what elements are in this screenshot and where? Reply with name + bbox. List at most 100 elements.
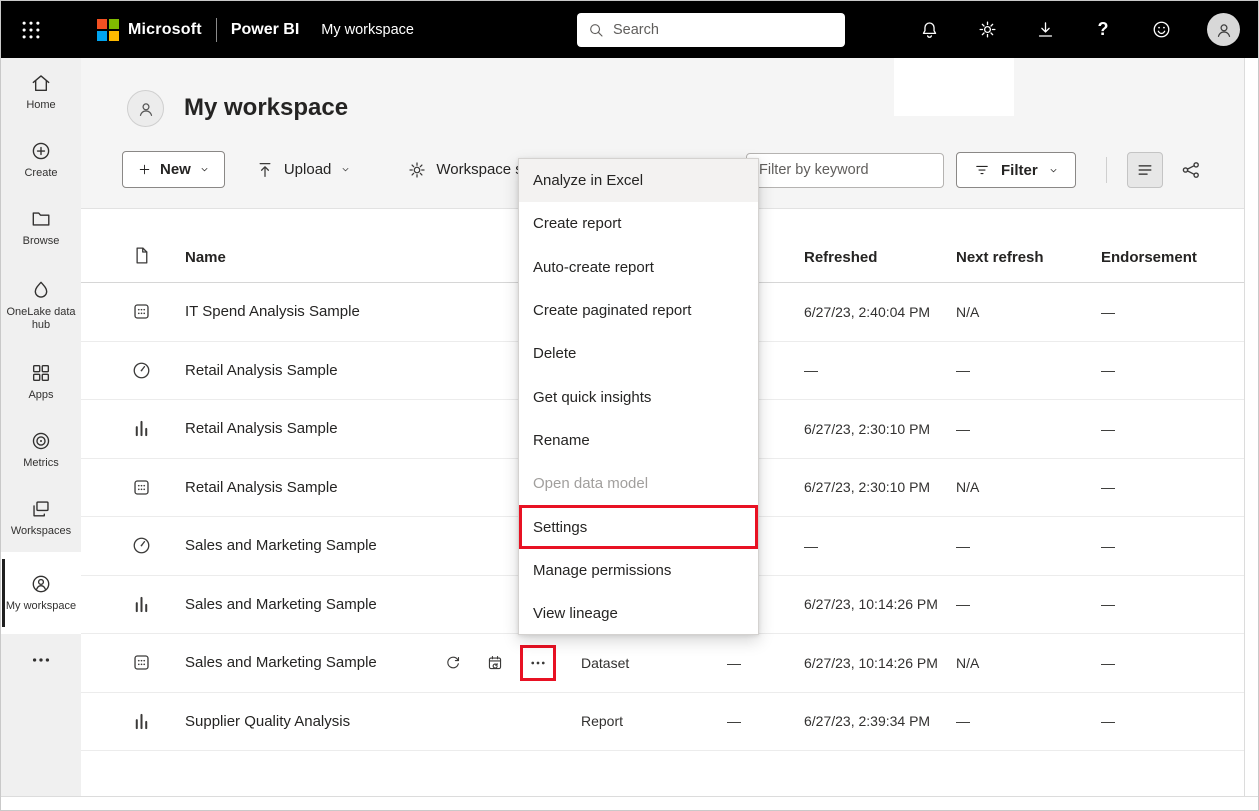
- ellipsis-icon: [30, 649, 52, 671]
- lineage-view-button[interactable]: [1175, 152, 1207, 188]
- microsoft-brand[interactable]: Microsoft: [97, 18, 202, 41]
- ellipsis-icon: [529, 654, 547, 672]
- menu-item-view-lineage[interactable]: View lineage: [519, 592, 758, 635]
- more-options-button[interactable]: [525, 650, 551, 676]
- refresh-now-button[interactable]: [440, 650, 466, 676]
- column-header-next-refresh[interactable]: Next refresh: [936, 249, 1081, 266]
- menu-item-rename[interactable]: Rename: [519, 419, 758, 462]
- bell-icon: [919, 19, 940, 40]
- menu-item-get-quick-insights[interactable]: Get quick insights: [519, 375, 758, 418]
- table-row-active[interactable]: Sales and Marketing Sample Dataset — 6/2…: [81, 634, 1244, 693]
- sidebar-item-more[interactable]: [1, 634, 81, 686]
- table-row[interactable]: Supplier Quality Analysis Report — 6/27/…: [81, 692, 1244, 751]
- menu-item-settings[interactable]: Settings: [519, 505, 758, 548]
- menu-item-analyze-in-excel[interactable]: Analyze in Excel: [519, 159, 758, 203]
- global-search[interactable]: [577, 13, 845, 47]
- scheduled-refresh-button[interactable]: [482, 650, 508, 676]
- cell-refreshed: —: [804, 537, 818, 554]
- left-nav: Home Create Browse OneLake data hub Apps…: [1, 58, 81, 796]
- item-name[interactable]: Retail Analysis Sample: [165, 479, 435, 496]
- menu-item-auto-create-report[interactable]: Auto-create report: [519, 246, 758, 289]
- item-name[interactable]: Sales and Marketing Sample: [165, 654, 435, 671]
- filter-button[interactable]: Filter: [956, 152, 1076, 188]
- sidebar-item-metrics[interactable]: Metrics: [1, 416, 81, 484]
- product-name[interactable]: Power BI: [231, 21, 299, 39]
- sidebar-item-browse[interactable]: Browse: [1, 194, 81, 262]
- menu-item-delete[interactable]: Delete: [519, 332, 758, 375]
- sidebar-item-apps[interactable]: Apps: [1, 348, 81, 416]
- gear-icon: [407, 160, 427, 180]
- search-input[interactable]: [613, 22, 835, 38]
- menu-item-create-paginated-report[interactable]: Create paginated report: [519, 289, 758, 332]
- cell-next-refresh: N/A: [956, 479, 980, 496]
- sidebar-item-home[interactable]: Home: [1, 58, 81, 126]
- item-name[interactable]: IT Spend Analysis Sample: [165, 303, 435, 320]
- vertical-scrollbar[interactable]: [1244, 58, 1258, 796]
- sidebar-item-onelake-data-hub[interactable]: OneLake data hub: [1, 262, 81, 348]
- cell-col3: —: [727, 654, 741, 671]
- cell-endorsement: —: [1101, 537, 1115, 554]
- app-launcher-button[interactable]: [1, 1, 61, 58]
- cell-endorsement: —: [1101, 303, 1115, 320]
- item-name[interactable]: Sales and Marketing Sample: [165, 596, 435, 613]
- sidebar-item-my-workspace[interactable]: My workspace: [1, 552, 81, 634]
- header-workspace-name[interactable]: My workspace: [321, 22, 414, 38]
- cell-refreshed: 6/27/23, 10:14:26 PM: [804, 596, 938, 613]
- filter-icon: [973, 161, 991, 179]
- item-name[interactable]: Retail Analysis Sample: [165, 362, 435, 379]
- download-button[interactable]: [1033, 18, 1057, 42]
- item-name[interactable]: Supplier Quality Analysis: [165, 713, 435, 730]
- sidebar-item-label: OneLake data hub: [6, 305, 76, 331]
- column-header-refreshed[interactable]: Refreshed: [784, 249, 936, 266]
- cell-type: Report: [581, 713, 624, 730]
- list-view-toggle[interactable]: [1126, 152, 1163, 188]
- person-circle-icon: [30, 573, 52, 595]
- sidebar-item-create[interactable]: Create: [1, 126, 81, 194]
- upload-icon: [255, 160, 275, 180]
- cell-endorsement: —: [1101, 362, 1115, 379]
- person-icon: [136, 99, 156, 119]
- dataset-icon: [117, 301, 165, 322]
- item-name[interactable]: Retail Analysis Sample: [165, 420, 435, 437]
- home-icon: [30, 72, 52, 94]
- horizontal-scrollbar[interactable]: [1, 796, 1258, 810]
- download-icon: [1035, 19, 1056, 40]
- upload-button[interactable]: Upload: [255, 151, 352, 188]
- menu-item-manage-permissions[interactable]: Manage permissions: [519, 549, 758, 592]
- new-button[interactable]: New: [122, 151, 225, 188]
- cell-refreshed: 6/27/23, 2:40:04 PM: [804, 303, 931, 320]
- help-button[interactable]: ?: [1091, 18, 1115, 42]
- cell-refreshed: 6/27/23, 10:14:26 PM: [804, 654, 938, 671]
- sidebar-item-label: Metrics: [23, 457, 59, 470]
- item-name[interactable]: Sales and Marketing Sample: [165, 537, 435, 554]
- microsoft-wordmark: Microsoft: [128, 20, 202, 38]
- powerbi-workspace-screen: Microsoft Power BI My workspace ?: [0, 0, 1259, 811]
- feedback-button[interactable]: [1149, 18, 1173, 42]
- column-header-endorsement[interactable]: Endorsement: [1081, 249, 1244, 266]
- notifications-button[interactable]: [917, 18, 941, 42]
- stacked-windows-icon: [30, 498, 52, 520]
- cell-refreshed: 6/27/23, 2:30:10 PM: [804, 420, 931, 437]
- column-header-name[interactable]: Name: [165, 249, 435, 266]
- settings-button[interactable]: [975, 18, 999, 42]
- menu-item-create-report[interactable]: Create report: [519, 202, 758, 245]
- person-icon: [1214, 20, 1234, 40]
- more-options-highlight-box: [520, 644, 556, 681]
- chevron-down-icon: [199, 164, 210, 175]
- cell-type: Dataset: [581, 654, 630, 671]
- filter-button-label: Filter: [1001, 161, 1038, 179]
- cell-endorsement: —: [1101, 654, 1115, 671]
- filter-keyword-input[interactable]: [746, 152, 944, 188]
- plus-circle-icon: [30, 140, 52, 162]
- row-actions: [435, 644, 561, 681]
- report-icon: [117, 418, 165, 439]
- sidebar-item-workspaces[interactable]: Workspaces: [1, 484, 81, 552]
- search-icon: [587, 21, 605, 39]
- sidebar-item-label: Create: [24, 167, 58, 180]
- cell-next-refresh: N/A: [956, 303, 980, 320]
- smiley-icon: [1151, 19, 1172, 40]
- account-avatar[interactable]: [1207, 13, 1240, 46]
- sidebar-item-label: Home: [26, 99, 56, 112]
- microsoft-logo-icon: [97, 18, 119, 41]
- cell-next-refresh: N/A: [956, 654, 980, 671]
